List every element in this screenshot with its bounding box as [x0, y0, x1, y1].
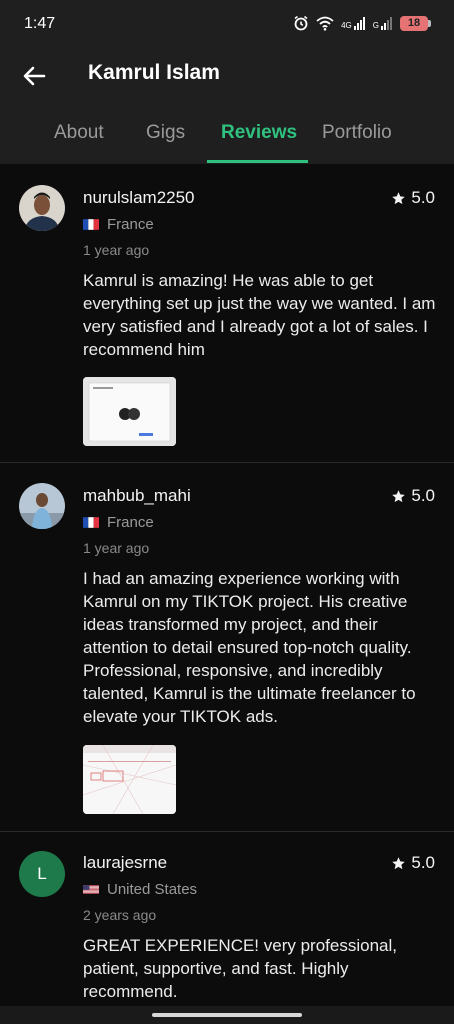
rating: 5.0 — [391, 486, 435, 506]
reviewer-country: France — [83, 514, 154, 531]
rating-value: 5.0 — [411, 188, 435, 207]
reviewer-name[interactable]: laurajesrne — [83, 853, 167, 873]
france-flag-icon — [83, 219, 99, 230]
battery-icon: 18 — [400, 15, 431, 31]
avatar[interactable] — [19, 483, 65, 529]
tab-about[interactable]: About — [54, 122, 104, 144]
page-title: Kamrul Islam — [88, 61, 220, 84]
avatar[interactable] — [19, 185, 65, 231]
tab-bar: About Gigs Reviews Portfolio — [0, 110, 454, 164]
review-item: L laurajesrne 5.0 United States 2 years … — [0, 832, 454, 1006]
review-item: mahbub_mahi 5.0 France 1 year ago I had … — [0, 463, 454, 831]
alarm-icon — [294, 15, 308, 31]
system-navigation-bar — [0, 1006, 454, 1024]
network-label: G — [372, 20, 379, 30]
reviewer-name[interactable]: nurulslam2250 — [83, 188, 195, 208]
us-flag-icon — [83, 885, 99, 894]
review-time: 2 years ago — [83, 907, 157, 923]
review-text: Kamrul is amazing! He was able to get ev… — [83, 271, 436, 359]
france-flag-icon — [83, 517, 99, 528]
review-attachment-thumbnail[interactable] — [83, 745, 176, 814]
country-name: France — [107, 216, 154, 233]
rating: 5.0 — [391, 853, 435, 873]
review-time: 1 year ago — [83, 242, 150, 258]
reviewer-country: France — [83, 216, 154, 233]
tab-portfolio[interactable]: Portfolio — [322, 122, 392, 144]
back-button[interactable] — [18, 60, 50, 92]
profile-header: Kamrul Islam About Gigs Reviews Portfoli… — [0, 48, 454, 164]
arrow-left-icon — [23, 66, 46, 86]
network-label: 4G — [341, 20, 352, 30]
home-gesture-handle[interactable] — [152, 1013, 302, 1017]
reviews-list: nurulslam2250 5.0 France 1 year ago Kamr… — [0, 164, 454, 1006]
avatar[interactable]: L — [19, 851, 65, 897]
tab-gigs[interactable]: Gigs — [146, 122, 185, 144]
status-time: 1:47 — [24, 15, 56, 32]
active-tab-indicator — [207, 160, 308, 163]
review-attachment-thumbnail[interactable] — [83, 377, 176, 446]
review-time: 1 year ago — [83, 540, 150, 556]
review-text: GREAT EXPERIENCE! very professional, pat… — [83, 936, 397, 1001]
star-icon — [392, 191, 406, 204]
review-item: nurulslam2250 5.0 France 1 year ago Kamr… — [0, 164, 454, 462]
rating-value: 5.0 — [411, 486, 435, 505]
reviewer-name[interactable]: mahbub_mahi — [83, 486, 191, 506]
status-icons: 4G G 18 — [293, 15, 431, 31]
signal-g-icon: G — [372, 16, 393, 30]
country-name: France — [107, 514, 154, 531]
review-text: I had an amazing experience working with… — [83, 569, 416, 726]
signal-4g-icon: 4G — [341, 16, 366, 30]
country-name: United States — [107, 881, 198, 898]
star-icon — [392, 856, 406, 869]
rating: 5.0 — [391, 188, 435, 208]
rating-value: 5.0 — [411, 853, 435, 872]
wifi-icon — [316, 16, 334, 31]
star-icon — [392, 489, 406, 502]
status-bar: 1:47 4G G 18 — [0, 0, 454, 48]
reviewer-country: United States — [83, 881, 197, 898]
tab-reviews[interactable]: Reviews — [221, 122, 297, 144]
